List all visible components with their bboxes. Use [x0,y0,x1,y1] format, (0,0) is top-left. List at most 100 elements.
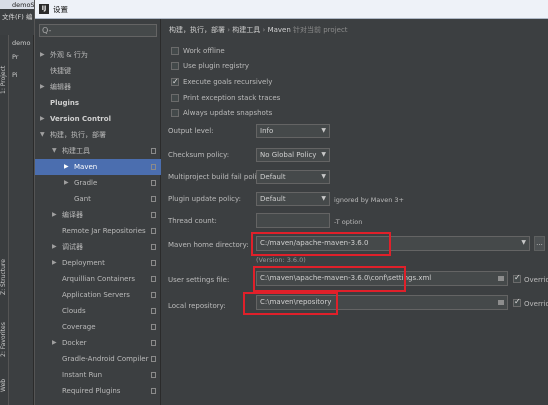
settings-tree-item-label: Gant [74,195,91,203]
dialog-titlebar: IJ 设置 [35,0,548,19]
breadcrumb-build-tools: 构建工具 [232,26,261,34]
chevron-down-icon: ▼ [321,127,326,134]
settings-tree-item-label: Gradle-Android Compiler [62,355,149,363]
settings-tree-item[interactable]: ▶ 编辑器 [35,79,161,95]
local-repository-label: Local repository: [168,302,226,310]
ide-tool-strip: 1: Project Z: Structure 2: Favorites Web [0,35,9,405]
project-scope-icon [151,292,156,298]
plugin-update-policy-select[interactable]: Default ▼ [256,192,330,206]
project-tool-tab[interactable]: 1: Project [0,55,9,105]
project-scope-icon [151,244,156,250]
checkbox-icon [171,47,179,55]
settings-tree-item[interactable]: ▶ 外观 & 行为 [35,47,161,63]
chevron-right-icon[interactable]: ▶ [64,175,69,191]
checkbox-icon [171,109,179,117]
chevron-down-icon: ▼ [321,151,326,158]
chevron-right-icon[interactable]: ▶ [52,255,57,271]
checkbox-icon [513,297,521,307]
project-tree-item[interactable]: demo [12,39,30,47]
chevron-right-icon[interactable]: ▶ [40,79,45,95]
folder-icon[interactable] [498,300,504,305]
checkbox-icon [171,94,179,102]
breadcrumb-build: 构建，执行，部署 [169,26,225,34]
settings-tree-item[interactable]: Application Servers [35,287,161,303]
checksum-policy-select[interactable]: No Global Policy ▼ [256,148,330,162]
structure-tool-tab[interactable]: Z: Structure [0,250,9,305]
settings-tree-item-label: Clouds [62,307,86,315]
settings-tree-item[interactable]: 快捷键 [35,63,161,79]
project-scope-icon [151,324,156,330]
settings-tree-item[interactable]: ▶ 编译器 [35,207,161,223]
multiproject-fail-policy-label: Multiproject build fail policy: [168,173,267,181]
search-icon: Q- [42,26,52,35]
settings-tree-item-label: 构建工具 [62,147,90,155]
multiproject-fail-policy-select[interactable]: Default ▼ [256,170,330,184]
chevron-right-icon[interactable]: ▶ [40,47,45,63]
favorites-tool-tab[interactable]: 2: Favorites [0,315,9,365]
settings-tree-item[interactable]: ▶ Docker [35,335,161,351]
settings-tree-item-label: Instant Run [62,371,103,379]
settings-search-input[interactable]: Q- [39,24,157,37]
project-scope-icon [151,260,156,266]
settings-tree-item[interactable]: ▶ Version Control [35,111,161,127]
settings-tree-item[interactable]: ▶ Deployment [35,255,161,271]
settings-tree-item-label: Arquillian Containers [62,275,136,283]
project-scope-icon [151,164,156,170]
settings-tree-item[interactable]: Coverage [35,319,161,335]
settings-tree-item[interactable]: Instant Run [35,367,161,383]
chevron-right-icon[interactable]: ▶ [64,159,69,175]
settings-tree-item[interactable]: Arquillian Containers [35,271,161,287]
annotation-box-user-settings [253,266,406,292]
chevron-down-icon[interactable]: ▼ [40,127,45,143]
settings-tree-item-label: Remote Jar Repositories [62,227,146,235]
chevron-right-icon[interactable]: ▶ [40,111,45,127]
output-level-select[interactable]: Info ▼ [256,124,330,138]
settings-tree-item[interactable]: Gant [35,191,161,207]
chevron-down-icon[interactable]: ▼ [52,143,57,159]
menu-file[interactable]: 文件(F) [2,11,24,21]
settings-tree-item[interactable]: Plugins [35,95,161,111]
settings-tree-item[interactable]: Gradle-Android Compiler [35,351,161,367]
project-scope-icon [151,212,156,218]
project-scope-icon [151,148,156,154]
chevron-right-icon[interactable]: ▶ [52,335,57,351]
settings-tree-item[interactable]: ▼ 构建，执行，部署 [35,127,161,143]
settings-tree-item[interactable]: ▶ Gradle [35,175,161,191]
settings-dialog: IJ 设置 Q- ▶ 外观 & 行为快捷键 ▶ 编辑器 Plugins ▶ Version … [34,0,548,405]
checkbox-icon [171,62,179,70]
settings-tree-item[interactable]: Clouds [35,303,161,319]
project-scope-icon [151,356,156,362]
chevron-right-icon[interactable]: ▶ [52,239,57,255]
settings-tree-item[interactable]: Required Plugins [35,383,161,399]
settings-tree-item-label: Docker [62,339,87,347]
user-settings-override-checkbox[interactable]: Override [513,273,548,284]
settings-tree-item-label: 外观 & 行为 [50,51,88,59]
thread-count-input[interactable] [256,213,330,228]
project-tree-item[interactable]: Pi [12,71,18,79]
settings-tree-item[interactable]: Remote Jar Repositories [35,223,161,239]
project-scope-icon [151,228,156,234]
chevron-down-icon: ▼ [321,173,326,180]
settings-tree-item[interactable]: ▼ 构建工具 [35,143,161,159]
settings-tree-item[interactable]: ▶ 调试器 [35,239,161,255]
menu-edit[interactable]: 编 [26,11,33,21]
maven-version-text: (Version: 3.6.0) [256,256,306,264]
use-plugin-registry-label: Use plugin registry [183,62,250,70]
checkbox-icon [513,273,521,283]
settings-tree-item-label: 调试器 [62,243,83,251]
local-repository-override-checkbox[interactable]: Override [513,297,548,308]
checksum-policy-label: Checksum policy: [168,151,230,159]
project-scope-icon [151,180,156,186]
settings-tree-item[interactable]: ▶ Maven [35,159,161,175]
maven-home-browse-button[interactable]: ... [534,236,545,251]
folder-icon[interactable] [498,276,504,281]
web-tool-tab[interactable]: Web [0,375,9,395]
maven-settings-pane: 构建，执行，部署 › 构建工具 › Maven 针对当前 project Wor… [165,19,548,405]
chevron-down-icon: ▼ [321,195,326,202]
chevron-right-icon[interactable]: ▶ [52,207,57,223]
project-tree-item[interactable]: Pr [12,53,18,61]
thread-count-label: Thread count: [168,217,217,225]
settings-tree-item-label: Deployment [62,259,105,267]
override-label: Override [524,300,548,308]
settings-tree-item-label: Gradle [74,179,98,187]
